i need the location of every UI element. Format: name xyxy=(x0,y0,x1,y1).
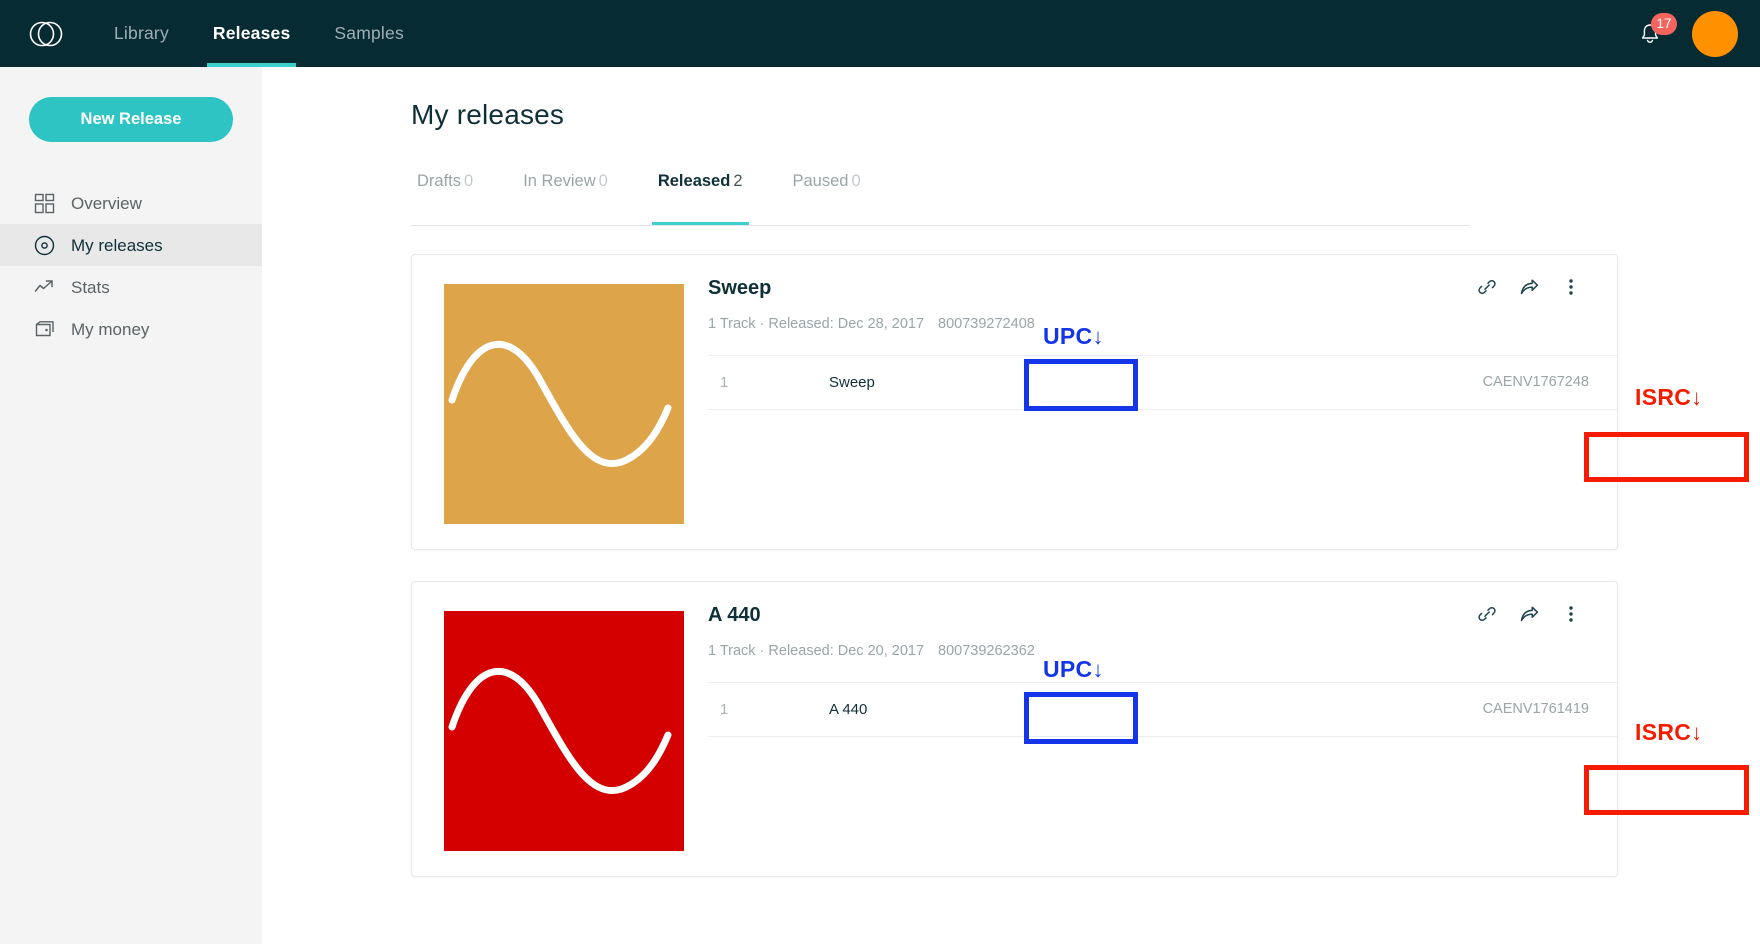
notifications-button[interactable]: 17 xyxy=(1638,12,1677,51)
page-title: My releases xyxy=(411,99,565,130)
release-list: Sweep 1 Track · Released: Dec 28, 2017 8… xyxy=(411,254,1618,908)
artwork-background xyxy=(444,284,684,524)
main-content: My releases Drafts 0 In Review 0 Released 2… xyxy=(262,67,1760,944)
wallet-icon xyxy=(35,320,54,336)
release-actions xyxy=(1477,277,1581,297)
album-artwork[interactable] xyxy=(444,284,684,524)
tab-label: In Review xyxy=(523,172,596,190)
tab-count: 0 xyxy=(464,172,474,190)
nav-link-label: Samples xyxy=(334,23,404,43)
nav-link-label: Library xyxy=(114,23,169,43)
track-row-divider xyxy=(708,409,1617,410)
track-name: A 440 xyxy=(829,701,868,718)
new-release-button[interactable]: New Release xyxy=(29,97,233,142)
tab-label: Released xyxy=(657,172,731,190)
sidebar: New Release Overview My releases Stats M… xyxy=(0,67,262,944)
release-meta: 1 Track · Released: Dec 20, 2017 8007392… xyxy=(708,643,1035,659)
album-artwork[interactable] xyxy=(444,611,684,851)
annotation-upc-label-2: UPC↓ xyxy=(1043,656,1104,683)
nav-link-label: Releases xyxy=(212,23,291,43)
annotation-arrow: ↓ xyxy=(1092,324,1104,349)
sidebar-item-my-money[interactable]: My money xyxy=(0,308,262,350)
tab-label: Paused xyxy=(792,172,849,190)
sidebar-item-overview[interactable]: Overview xyxy=(0,182,262,224)
annotation-text: ISRC xyxy=(1635,719,1692,745)
annotation-upc-label-1: UPC↓ xyxy=(1043,323,1104,350)
sidebar-item-label: Stats xyxy=(71,277,110,297)
sidebar-item-label: My money xyxy=(71,319,150,339)
track-name: Sweep xyxy=(829,374,875,391)
tab-count: 0 xyxy=(598,172,608,190)
sidebar-item-my-releases[interactable]: My releases xyxy=(0,224,262,266)
release-meta-text: 1 Track · Released: Dec 28, 2017 xyxy=(708,316,925,332)
link-icon[interactable] xyxy=(1477,277,1497,297)
link-icon[interactable] xyxy=(1477,604,1497,624)
tab-drafts[interactable]: Drafts 0 xyxy=(411,172,479,225)
release-title: A 440 xyxy=(708,604,761,626)
notification-badge: 17 xyxy=(1651,12,1677,35)
avatar[interactable] xyxy=(1692,10,1738,57)
tab-in-review[interactable]: In Review 0 xyxy=(517,172,614,225)
top-navbar: Library Releases Samples 17 xyxy=(0,0,1760,67)
release-meta: 1 Track · Released: Dec 28, 2017 8007392… xyxy=(708,316,1035,332)
more-vertical-icon[interactable] xyxy=(1561,604,1581,624)
tab-released[interactable]: Released 2 xyxy=(651,172,749,225)
annotation-isrc-label-1: ISRC↓ xyxy=(1635,384,1702,411)
annotation-isrc-label-2: ISRC↓ xyxy=(1635,719,1702,746)
sidebar-item-stats[interactable]: Stats xyxy=(0,266,262,308)
release-card[interactable]: A 440 1 Track · Released: Dec 20, 2017 8… xyxy=(411,581,1618,877)
annotation-text: ISRC xyxy=(1635,384,1692,410)
annotation-text: UPC xyxy=(1043,656,1093,682)
trending-up-icon xyxy=(34,279,53,292)
disc-icon xyxy=(34,235,55,255)
release-status-tabs: Drafts 0 In Review 0 Released 2 Paused 0 xyxy=(411,172,1470,226)
track-isrc: CAENV1761419 xyxy=(1482,701,1589,717)
track-isrc: CAENV1767248 xyxy=(1482,374,1589,390)
release-meta-text: 1 Track · Released: Dec 20, 2017 xyxy=(708,643,925,659)
tab-paused[interactable]: Paused 0 xyxy=(787,172,867,225)
sine-wave-artwork-icon xyxy=(444,284,684,524)
overlapping-circles-logo-icon xyxy=(29,21,63,46)
share-icon[interactable] xyxy=(1519,604,1539,624)
sidebar-item-label: My releases xyxy=(71,235,163,255)
sidebar-item-label: Overview xyxy=(71,193,142,213)
annotation-arrow: ↓ xyxy=(1691,720,1703,745)
share-icon[interactable] xyxy=(1519,277,1539,297)
annotation-text: UPC xyxy=(1043,323,1093,349)
release-card[interactable]: Sweep 1 Track · Released: Dec 28, 2017 8… xyxy=(411,254,1618,550)
release-title: Sweep xyxy=(708,277,772,299)
tab-label: Drafts xyxy=(417,172,462,190)
release-upc: 800739272408 xyxy=(938,316,1035,332)
app-logo[interactable] xyxy=(0,0,92,67)
sine-wave-artwork-icon xyxy=(444,611,684,851)
more-vertical-icon[interactable] xyxy=(1561,277,1581,297)
nav-link-library[interactable]: Library xyxy=(92,0,191,67)
nav-link-samples[interactable]: Samples xyxy=(312,0,426,67)
track-number: 1 xyxy=(720,374,729,391)
navbar-right-cluster: 17 xyxy=(1638,10,1760,57)
nav-link-releases[interactable]: Releases xyxy=(191,0,313,67)
track-row-divider xyxy=(708,736,1617,737)
primary-nav: Library Releases Samples xyxy=(92,0,426,67)
annotation-arrow: ↓ xyxy=(1691,385,1703,410)
track-number: 1 xyxy=(720,701,729,718)
tab-count: 2 xyxy=(733,172,743,190)
sidebar-nav-list: Overview My releases Stats My money xyxy=(0,182,262,350)
annotation-arrow: ↓ xyxy=(1092,657,1104,682)
artwork-background xyxy=(444,611,684,851)
grid-icon xyxy=(34,193,55,213)
track-row[interactable]: 1 A 440 CAENV1761419 xyxy=(708,683,1617,737)
release-actions xyxy=(1477,604,1581,624)
release-upc: 800739262362 xyxy=(938,643,1035,659)
tab-count: 0 xyxy=(851,172,861,190)
track-row[interactable]: 1 Sweep CAENV1767248 xyxy=(708,356,1617,410)
